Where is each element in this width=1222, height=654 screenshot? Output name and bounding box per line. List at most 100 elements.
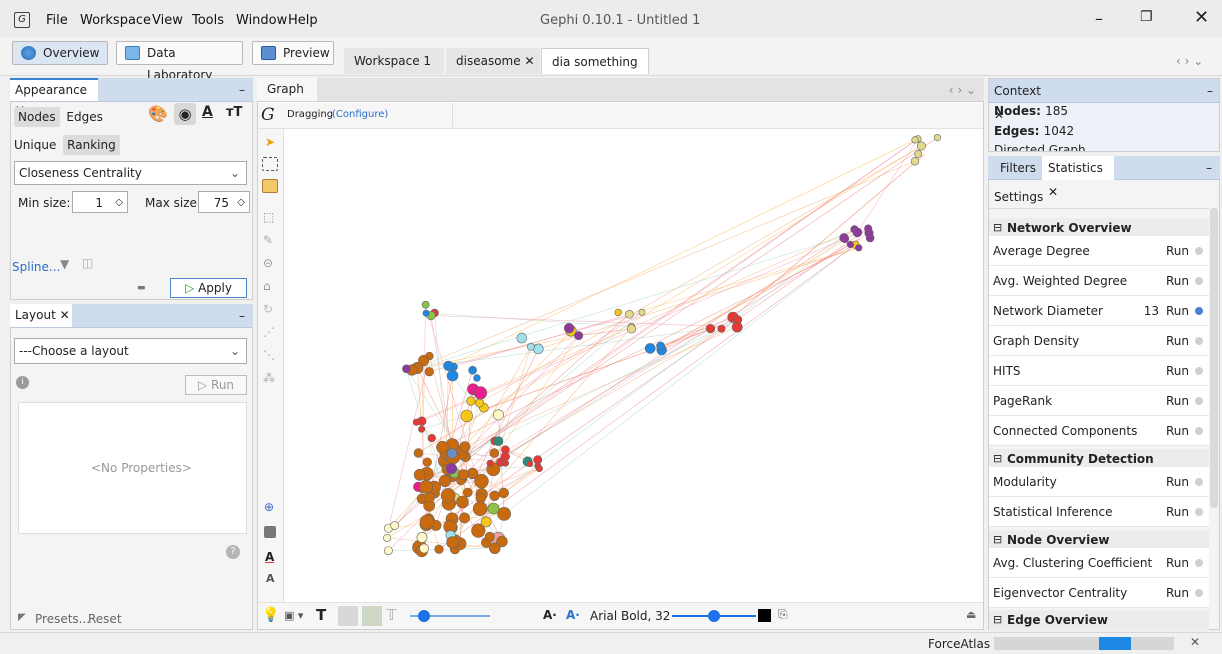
graph-node[interactable]: [846, 240, 855, 249]
graph-node[interactable]: [855, 244, 863, 252]
graph-node[interactable]: [705, 324, 716, 334]
minimize-panel-icon[interactable]: –: [239, 78, 245, 102]
graph-node[interactable]: [533, 343, 544, 355]
graph-node[interactable]: [440, 488, 456, 503]
close-tab-icon[interactable]: ✕: [1048, 185, 1058, 199]
graph-node[interactable]: [459, 512, 470, 524]
spinner-icon[interactable]: ◇: [115, 192, 123, 214]
graph-node[interactable]: [419, 543, 429, 554]
close-tab-icon[interactable]: ✕: [60, 308, 70, 322]
graph-node[interactable]: [427, 434, 436, 443]
label-size-icon[interactable]: ᴛT: [226, 105, 242, 120]
graph-node[interactable]: [474, 398, 484, 408]
graph-node[interactable]: [459, 441, 471, 453]
run-button[interactable]: Run: [1166, 296, 1189, 326]
edge-color-icon[interactable]: [362, 606, 382, 626]
font-selector[interactable]: Arial Bold, 32: [590, 609, 670, 623]
label-size-slider[interactable]: [672, 610, 756, 622]
graph-node[interactable]: [502, 459, 510, 467]
run-button[interactable]: Run: [1166, 386, 1189, 416]
graph-node[interactable]: [457, 469, 469, 481]
graph-node[interactable]: [638, 308, 646, 316]
edge-visibility-icon[interactable]: [338, 606, 358, 626]
info-icon[interactable]: [1195, 508, 1203, 516]
graph-node[interactable]: [852, 227, 863, 238]
graph-node[interactable]: [424, 367, 434, 377]
graph-node[interactable]: [422, 457, 432, 467]
paint-bucket-icon[interactable]: ⌂: [263, 279, 271, 293]
font-icon[interactable]: A: [266, 572, 275, 585]
close-icon[interactable]: ✕: [1194, 7, 1209, 28]
workspace-tab-1[interactable]: Workspace 1 ✕: [344, 48, 444, 94]
ranking-tab[interactable]: Ranking: [63, 135, 120, 155]
graph-node[interactable]: [484, 531, 495, 542]
graph-node[interactable]: [472, 501, 488, 517]
menu-help[interactable]: Help: [288, 13, 318, 28]
help-icon[interactable]: ?: [226, 545, 240, 559]
graph-node[interactable]: [418, 355, 430, 367]
font-color-icon[interactable]: A: [265, 550, 274, 564]
graph-node[interactable]: [466, 467, 479, 480]
graph-node[interactable]: [916, 141, 926, 151]
graph-node[interactable]: [462, 487, 473, 498]
graph-node[interactable]: [717, 324, 726, 333]
pencil-icon[interactable]: ✎: [263, 233, 273, 247]
graph-node[interactable]: [526, 460, 534, 467]
overview-button[interactable]: Overview: [12, 41, 108, 65]
screenshot-icon[interactable]: ▣ ▾: [284, 609, 303, 622]
auto-apply-icon[interactable]: ◫: [82, 256, 93, 270]
heatmap-icon[interactable]: ⁂: [263, 371, 275, 385]
statistics-tab[interactable]: Statistics ✕: [1042, 156, 1114, 199]
info-icon[interactable]: [1195, 277, 1203, 285]
graph-node[interactable]: [456, 495, 469, 509]
run-button[interactable]: Run: [1166, 236, 1189, 266]
info-icon[interactable]: [1195, 478, 1203, 486]
graph-node[interactable]: [656, 341, 665, 351]
run-button[interactable]: Run: [1166, 467, 1189, 497]
rectangle-select-icon[interactable]: [262, 157, 278, 171]
graph-node[interactable]: [468, 365, 477, 375]
network-overview-section[interactable]: Network Overview: [989, 218, 1209, 238]
run-button[interactable]: Run: [1166, 578, 1189, 608]
edge-overview-section[interactable]: Edge Overview: [989, 610, 1209, 630]
configure-link[interactable]: (Configure): [332, 109, 388, 120]
info-icon[interactable]: [1195, 589, 1203, 597]
graph-node[interactable]: [424, 491, 435, 503]
info-icon[interactable]: [1195, 397, 1203, 405]
graph-node[interactable]: [644, 343, 656, 354]
nodes-tab[interactable]: Nodes: [14, 107, 60, 127]
graph-node[interactable]: [436, 440, 449, 454]
run-button[interactable]: Run: [1166, 266, 1189, 296]
graph-node[interactable]: [486, 459, 494, 467]
settings-link[interactable]: Settings: [994, 190, 1043, 204]
slider-thumb[interactable]: [708, 610, 720, 622]
edges-tab[interactable]: Edges: [66, 110, 102, 124]
ranking-attribute-select[interactable]: Closeness Centrality ⌄: [14, 161, 247, 185]
label-color-icon[interactable]: A: [202, 104, 213, 120]
graph-node[interactable]: [489, 448, 500, 458]
graph-node[interactable]: [384, 546, 393, 555]
graph-node[interactable]: [500, 452, 510, 462]
zoom-icon[interactable]: ⊕: [264, 500, 274, 514]
graph-node[interactable]: [412, 418, 420, 426]
minimize-panel-icon[interactable]: –: [1207, 79, 1213, 103]
background-color-icon[interactable]: [264, 526, 276, 538]
max-size-spinner[interactable]: 75 ◇: [198, 191, 250, 213]
graph-node[interactable]: [914, 149, 923, 158]
layout-tab[interactable]: Layout ✕: [10, 304, 72, 327]
graph-node[interactable]: [413, 448, 424, 458]
menu-file[interactable]: File: [46, 13, 68, 28]
info-icon[interactable]: [1195, 337, 1203, 345]
context-tab[interactable]: Context ✕: [989, 79, 1049, 122]
info-icon[interactable]: [1195, 247, 1203, 255]
add-node-icon[interactable]: ⋰: [263, 325, 275, 339]
label-color-swatch[interactable]: [758, 609, 771, 622]
shortest-path-icon[interactable]: ⊝: [263, 256, 273, 270]
graph-node[interactable]: [402, 364, 411, 374]
cursor-tool-icon[interactable]: ➤: [265, 135, 275, 149]
spinner-icon[interactable]: ◇: [237, 192, 245, 214]
drag-tool-icon[interactable]: [262, 179, 278, 193]
graph-node[interactable]: [480, 516, 492, 528]
min-size-spinner[interactable]: 1 ◇: [72, 191, 128, 213]
workspace-tab-dia-something[interactable]: dia something ✕: [541, 48, 649, 95]
